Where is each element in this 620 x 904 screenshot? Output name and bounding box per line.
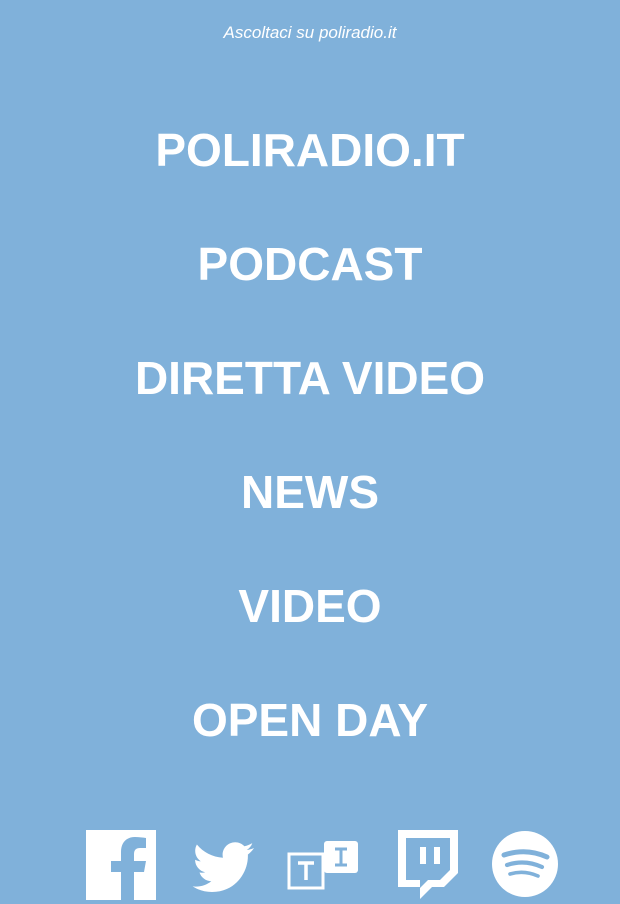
twitter-icon xyxy=(192,842,254,892)
main-menu: POLIRADIO.IT PODCAST DIRETTA VIDEO NEWS … xyxy=(0,118,620,802)
spotify-icon xyxy=(492,831,558,897)
twitch-icon xyxy=(398,830,458,899)
menu-item-news[interactable]: NEWS xyxy=(0,460,620,524)
menu-item-open-day[interactable]: OPEN DAY xyxy=(0,688,620,752)
social-links xyxy=(0,828,620,904)
twitter-link[interactable] xyxy=(190,828,256,900)
teams-icon xyxy=(287,841,358,890)
spotify-link[interactable] xyxy=(491,828,561,900)
menu-item-poliradio[interactable]: POLIRADIO.IT xyxy=(0,118,620,182)
facebook-icon xyxy=(86,830,156,900)
teams-link[interactable] xyxy=(287,828,361,900)
menu-item-video[interactable]: VIDEO xyxy=(0,574,620,638)
tagline: Ascoltaci su poliradio.it xyxy=(223,23,397,42)
menu-item-diretta-video[interactable]: DIRETTA VIDEO xyxy=(0,346,620,410)
menu-item-podcast[interactable]: PODCAST xyxy=(0,232,620,296)
twitch-link[interactable] xyxy=(390,828,460,900)
facebook-link[interactable] xyxy=(86,828,156,900)
